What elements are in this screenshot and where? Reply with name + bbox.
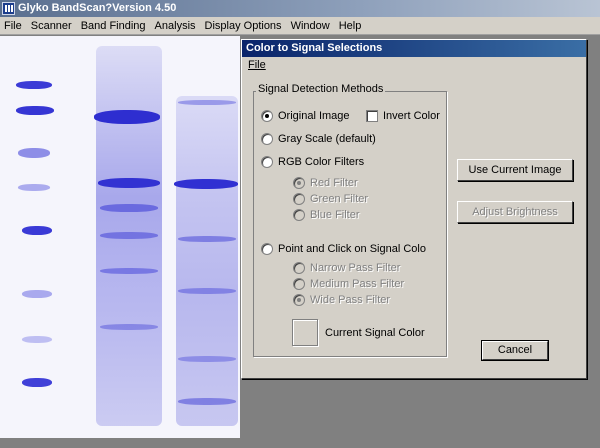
use-current-image-button[interactable]: Use Current Image	[457, 159, 573, 181]
gel-band	[178, 236, 236, 242]
point-and-click-radio[interactable]: Point and Click on Signal Colo	[261, 243, 426, 255]
green-filter-radio[interactable]: Green Filter	[293, 193, 368, 205]
app-title-bar: Glyko BandScan?Version 4.50	[0, 0, 600, 17]
gel-band	[16, 106, 54, 115]
red-filter-label: Red Filter	[310, 177, 358, 189]
color-to-signal-dialog: Color to Signal Selections File Signal D…	[241, 39, 587, 379]
menu-analysis[interactable]: Analysis	[155, 20, 196, 32]
gray-scale-radio[interactable]: Gray Scale (default)	[261, 133, 376, 145]
adjust-brightness-button[interactable]: Adjust Brightness	[457, 201, 573, 223]
gel-band	[178, 288, 236, 294]
radio-indicator[interactable]	[293, 278, 305, 290]
rgb-color-filters-label: RGB Color Filters	[278, 156, 365, 168]
dialog-menu-file[interactable]: File	[248, 59, 266, 71]
signal-detection-group-label: Signal Detection Methods	[256, 83, 386, 95]
blue-filter-radio[interactable]: Blue Filter	[293, 209, 360, 221]
gel-band	[100, 204, 158, 212]
rgb-color-filters-radio[interactable]: RGB Color Filters	[261, 156, 364, 168]
radio-indicator[interactable]	[293, 262, 305, 274]
gel-band	[22, 226, 52, 235]
invert-color-label: Invert Color	[383, 110, 440, 122]
wide-pass-filter-label: Wide Pass Filter	[310, 294, 391, 306]
green-filter-label: Green Filter	[310, 193, 369, 205]
signal-detection-group	[253, 91, 447, 357]
gel-lane-smear	[176, 96, 238, 426]
radio-indicator[interactable]	[293, 294, 305, 306]
gel-band	[18, 184, 50, 191]
gel-band	[174, 179, 238, 189]
point-and-click-label: Point and Click on Signal Colo	[278, 243, 426, 255]
radio-indicator[interactable]	[261, 243, 273, 255]
medium-pass-filter-label: Medium Pass Filter	[310, 278, 405, 290]
menu-scanner[interactable]: Scanner	[31, 20, 72, 32]
gel-band	[94, 110, 160, 124]
gel-band	[178, 356, 236, 362]
menu-band-finding[interactable]: Band Finding	[81, 20, 146, 32]
gel-band	[22, 290, 52, 298]
gel-band	[98, 178, 160, 188]
current-signal-color-label: Current Signal Color	[325, 327, 425, 339]
gel-band	[16, 81, 52, 89]
gel-band	[178, 100, 236, 105]
wide-pass-filter-radio[interactable]: Wide Pass Filter	[293, 294, 390, 306]
app-icon	[2, 2, 15, 15]
menu-display-options[interactable]: Display Options	[205, 20, 282, 32]
radio-indicator[interactable]	[293, 209, 305, 221]
gel-band	[22, 336, 52, 343]
dialog-menu-bar: File	[242, 57, 586, 74]
invert-color-checkbox[interactable]: Invert Color	[366, 110, 440, 122]
gel-band	[100, 268, 158, 274]
menu-file[interactable]: File	[4, 20, 22, 32]
radio-indicator[interactable]	[261, 156, 273, 168]
red-filter-radio[interactable]: Red Filter	[293, 177, 358, 189]
cancel-button[interactable]: Cancel	[481, 340, 549, 361]
narrow-pass-filter-label: Narrow Pass Filter	[310, 262, 401, 274]
narrow-pass-filter-radio[interactable]: Narrow Pass Filter	[293, 262, 400, 274]
app-title: Glyko BandScan?Version 4.50	[18, 2, 177, 14]
medium-pass-filter-radio[interactable]: Medium Pass Filter	[293, 278, 404, 290]
main-menu-bar: File Scanner Band Finding Analysis Displ…	[0, 17, 600, 35]
gel-band	[178, 398, 236, 405]
blue-filter-label: Blue Filter	[310, 209, 360, 221]
original-image-radio[interactable]: Original Image	[261, 110, 350, 122]
menu-window[interactable]: Window	[291, 20, 330, 32]
radio-indicator[interactable]	[261, 110, 273, 122]
menu-help[interactable]: Help	[339, 20, 362, 32]
checkbox-indicator[interactable]	[366, 110, 378, 122]
gel-band	[100, 324, 158, 330]
radio-indicator[interactable]	[261, 133, 273, 145]
original-image-label: Original Image	[278, 110, 350, 122]
radio-indicator[interactable]	[293, 177, 305, 189]
current-signal-color-swatch	[292, 319, 318, 346]
gel-image[interactable]	[0, 36, 240, 438]
dialog-title: Color to Signal Selections	[242, 40, 586, 57]
gel-band	[100, 232, 158, 239]
radio-indicator[interactable]	[293, 193, 305, 205]
gel-band	[18, 148, 50, 158]
gray-scale-label: Gray Scale (default)	[278, 133, 376, 145]
gel-band	[22, 378, 52, 387]
